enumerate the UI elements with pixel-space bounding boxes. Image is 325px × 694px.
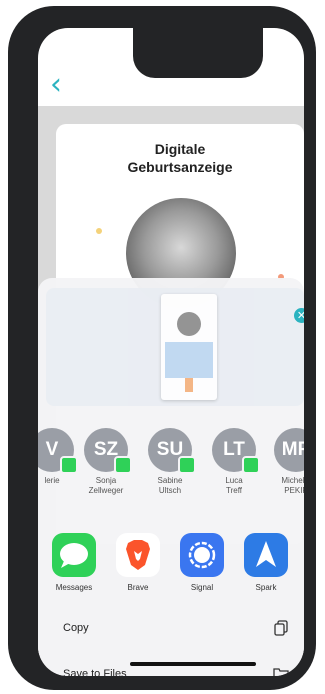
phone-frame: ‹ Digitale Geburtsanzeige ✕ V lerie SZ S… bbox=[8, 6, 316, 690]
avatar-initials: V bbox=[45, 439, 59, 460]
folder-icon bbox=[273, 668, 289, 676]
contact-name: Sabine Ultsch bbox=[142, 476, 198, 496]
preview-accent bbox=[185, 378, 193, 392]
contact-name-line2: Treff bbox=[225, 486, 242, 495]
notch bbox=[133, 28, 263, 78]
contact-name-line1: Luca bbox=[225, 476, 243, 485]
avatar-initials: LT bbox=[223, 439, 245, 460]
copy-action[interactable]: Copy bbox=[38, 616, 304, 644]
app-partial[interactable] bbox=[300, 533, 304, 577]
avatar: MP bbox=[274, 428, 304, 472]
spark-icon bbox=[244, 533, 288, 577]
contact-name-line2: PEKIP bbox=[284, 486, 304, 495]
contact-name-line2: Ultsch bbox=[158, 486, 182, 495]
contact-name-line1: Sonja bbox=[95, 476, 117, 485]
brave-glyph bbox=[126, 540, 150, 570]
app-label: Messages bbox=[55, 583, 93, 592]
contact-name: Sonja Zellweger bbox=[78, 476, 134, 496]
avatar: V bbox=[38, 428, 78, 474]
preview-info-block bbox=[165, 342, 213, 378]
copy-icon bbox=[274, 620, 288, 636]
copy-label: Copy bbox=[63, 622, 89, 634]
contact-item[interactable]: LT Luca Treff bbox=[206, 428, 262, 496]
share-preview bbox=[46, 288, 304, 406]
app-brave[interactable]: Brave bbox=[108, 533, 168, 593]
app-spark[interactable]: Spark bbox=[236, 533, 296, 593]
contact-name-line1: lerie bbox=[44, 476, 60, 485]
brave-icon bbox=[116, 533, 160, 577]
avatar-initials: MP bbox=[281, 439, 304, 460]
contact-item[interactable]: SZ Sonja Zellweger bbox=[78, 428, 134, 496]
messages-badge-icon bbox=[178, 456, 196, 474]
contact-name-line1: Sabine bbox=[157, 476, 183, 485]
save-to-files-label: Save to Files bbox=[63, 668, 127, 676]
avatar: SZ bbox=[84, 428, 132, 474]
app-label: Brave bbox=[127, 583, 149, 592]
contact-name: MichellePEKIP bbox=[268, 476, 304, 496]
messages-badge-icon bbox=[242, 456, 260, 474]
messages-icon bbox=[52, 533, 96, 577]
card-title-line1: Digitale bbox=[154, 141, 206, 157]
contact-name-line1: Michelle bbox=[281, 476, 304, 485]
preview-photo bbox=[177, 312, 201, 336]
share-sheet: ✕ V lerie SZ Sonja Zellweger SU Sabine Ult… bbox=[38, 278, 304, 676]
spark-glyph bbox=[256, 541, 276, 567]
phone-screen: ‹ Digitale Geburtsanzeige ✕ V lerie SZ S… bbox=[38, 28, 304, 676]
app-label: Spark bbox=[255, 583, 277, 592]
avatar: SU bbox=[148, 428, 196, 474]
chevron-left-icon[interactable]: ‹ bbox=[50, 70, 62, 100]
signal-glyph bbox=[188, 541, 216, 569]
card-title-line2: Geburtsanzeige bbox=[127, 159, 233, 175]
messages-badge-icon bbox=[60, 456, 78, 474]
decorative-dot bbox=[96, 228, 102, 234]
avatar: LT bbox=[212, 428, 260, 474]
contact-name: lerie bbox=[38, 476, 80, 486]
contact-item[interactable]: SU Sabine Ultsch bbox=[142, 428, 198, 496]
app-signal[interactable]: Signal bbox=[172, 533, 232, 593]
app-messages[interactable]: Messages bbox=[44, 533, 104, 593]
home-indicator bbox=[130, 662, 256, 666]
preview-thumbnail bbox=[161, 294, 217, 400]
contact-item[interactable]: MP MichellePEKIP bbox=[268, 428, 304, 496]
app-label: Signal bbox=[190, 583, 214, 592]
contact-item[interactable]: V lerie bbox=[38, 428, 80, 486]
card-title: Digitale Geburtsanzeige bbox=[56, 140, 304, 176]
messages-badge-icon bbox=[114, 456, 132, 474]
share-app-row: Messages Brave Signal Spark bbox=[38, 533, 304, 603]
close-icon[interactable]: ✕ bbox=[294, 308, 304, 323]
contact-name: Luca Treff bbox=[206, 476, 262, 496]
messages-glyph bbox=[60, 543, 88, 568]
contact-name-line2: Zellweger bbox=[88, 486, 124, 495]
signal-icon bbox=[180, 533, 224, 577]
contact-suggestions: V lerie SZ Sonja Zellweger SU Sabine Ultsc… bbox=[38, 428, 304, 508]
